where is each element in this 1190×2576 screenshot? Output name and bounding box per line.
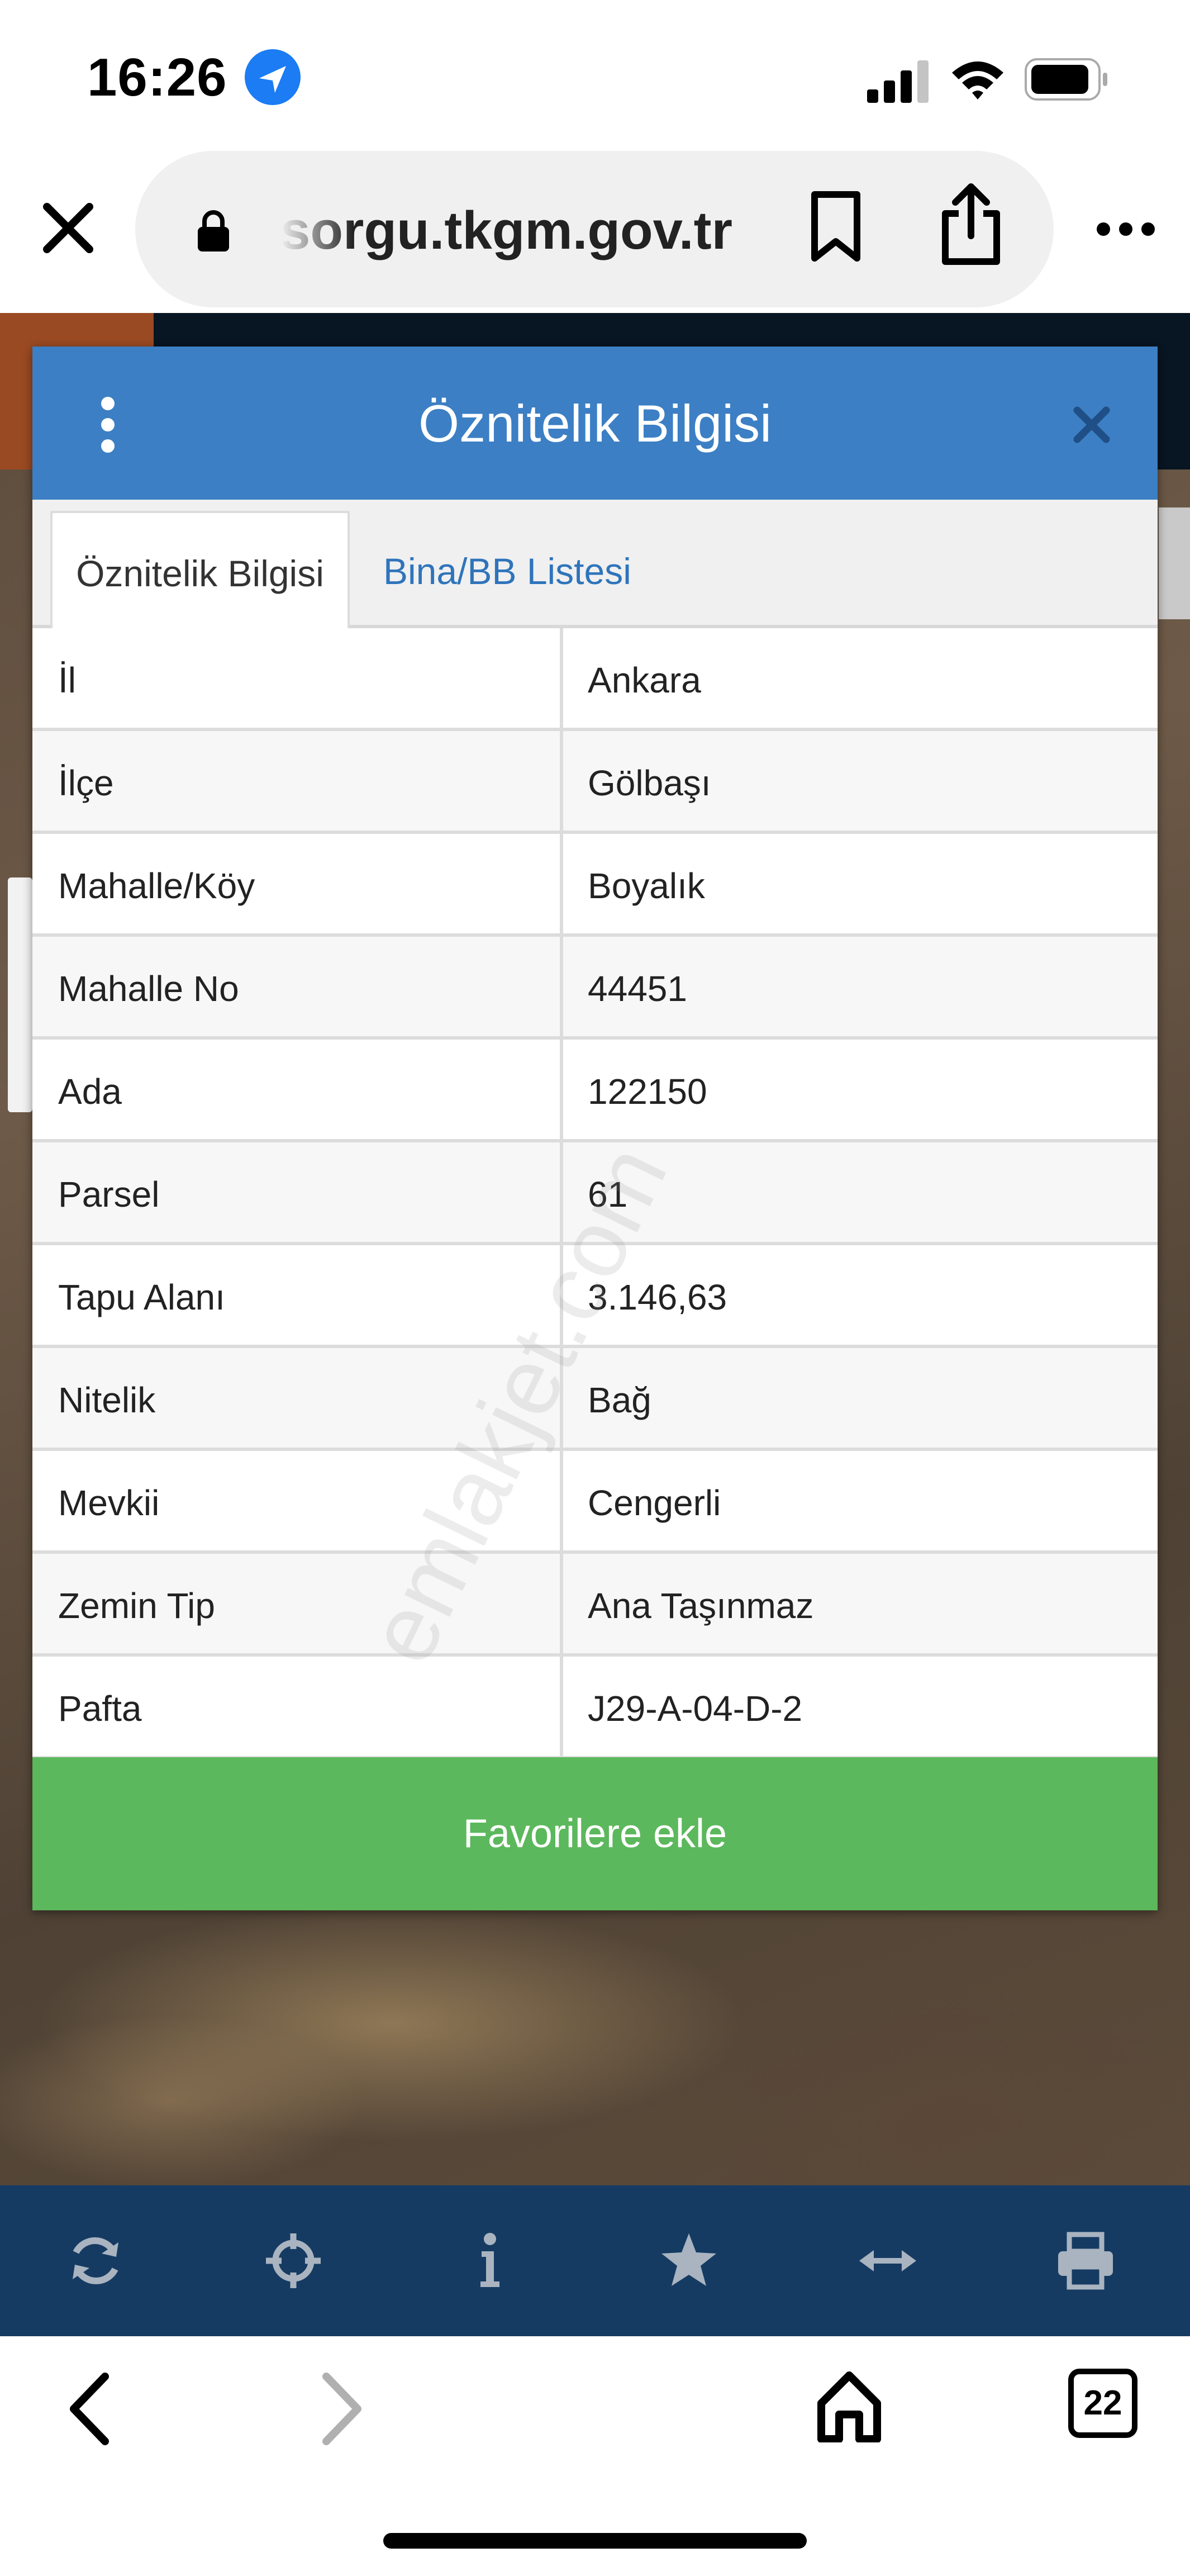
home-icon[interactable] <box>816 2370 883 2442</box>
close-icon[interactable] <box>1072 405 1112 445</box>
map-toolbar <box>0 2185 1190 2336</box>
modal-header: Öznitelik Bilgisi <box>32 347 1158 500</box>
row-value: 3.146,63 <box>588 1277 727 1317</box>
table-row: İl Ankara <box>32 628 1158 731</box>
table-row: Tapu Alanı 3.146,63 <box>32 1245 1158 1348</box>
add-to-favorites-button[interactable]: Favorilere ekle <box>32 1757 1158 1910</box>
browser-bottom-bar: 22 <box>0 2336 1190 2576</box>
table-row: Zemin Tip Ana Taşınmaz <box>32 1554 1158 1657</box>
table-row: Mahalle No 44451 <box>32 937 1158 1040</box>
info-icon[interactable] <box>459 2230 521 2292</box>
table-row: Pafta J29-A-04-D-2 <box>32 1657 1158 1759</box>
map-side-control <box>1159 507 1190 619</box>
signal-icon <box>867 60 929 103</box>
table-row: Mahalle/Köy Boyalık <box>32 834 1158 937</box>
star-icon[interactable] <box>658 2230 720 2292</box>
table-row: İlçe Gölbaşı <box>32 731 1158 834</box>
measure-icon[interactable] <box>857 2230 918 2292</box>
home-indicator <box>383 2533 807 2549</box>
column-divider <box>560 1040 563 1139</box>
battery-icon <box>1025 58 1107 101</box>
row-value: Bağ <box>588 1380 651 1420</box>
column-divider <box>560 1348 563 1448</box>
row-key: Tapu Alanı <box>58 1277 225 1317</box>
close-icon[interactable] <box>40 200 96 256</box>
refresh-icon[interactable] <box>65 2230 126 2292</box>
forward-icon[interactable] <box>314 2370 370 2448</box>
table-row: Ada 122150 <box>32 1040 1158 1142</box>
attribute-modal: Öznitelik Bilgisi Öznitelik Bilgisi Bina… <box>32 347 1158 1910</box>
map-road-segment <box>8 877 32 1112</box>
more-icon[interactable] <box>1095 218 1156 240</box>
column-divider <box>560 834 563 933</box>
url-field[interactable]: sorgu.tkgm.gov.tr <box>135 151 1054 307</box>
row-key: İl <box>58 660 76 700</box>
row-value: Ana Taşınmaz <box>588 1586 814 1626</box>
row-key: Mahalle No <box>58 969 239 1009</box>
tabs-icon[interactable]: 22 <box>1068 2369 1137 2438</box>
print-icon[interactable] <box>1055 2230 1116 2292</box>
row-key: Parsel <box>58 1174 160 1215</box>
row-key: İlçe <box>58 763 114 803</box>
tab-count: 22 <box>1083 2384 1122 2422</box>
tab-attribute-info[interactable]: Öznitelik Bilgisi <box>50 511 350 632</box>
row-key: Mahalle/Köy <box>58 866 255 906</box>
modal-title: Öznitelik Bilgisi <box>418 394 772 453</box>
row-key: Pafta <box>58 1688 142 1729</box>
column-divider <box>560 1245 563 1345</box>
crosshair-icon[interactable] <box>263 2230 324 2292</box>
row-value: 44451 <box>588 969 687 1009</box>
tab-bar: Öznitelik Bilgisi Bina/BB Listesi <box>32 500 1158 632</box>
row-value: Cengerli <box>588 1483 721 1523</box>
column-divider <box>560 1554 563 1653</box>
wifi-icon <box>952 61 1003 99</box>
column-divider <box>560 1451 563 1550</box>
attribute-table: İl Ankara İlçe Gölbaşı Mahalle/Köy Boyal… <box>32 628 1158 1759</box>
browser-header: sorgu.tkgm.gov.tr <box>0 151 1190 313</box>
status-time: 16:26 <box>87 48 227 107</box>
row-value: 122150 <box>588 1071 707 1112</box>
table-row: Parsel 61 <box>32 1142 1158 1245</box>
back-icon[interactable] <box>61 2370 117 2448</box>
table-row: Nitelik Bağ <box>32 1348 1158 1451</box>
column-divider <box>560 731 563 831</box>
share-icon[interactable] <box>937 182 1005 266</box>
url-text[interactable]: sorgu.tkgm.gov.tr <box>280 200 884 267</box>
column-divider <box>560 628 563 728</box>
row-key: Zemin Tip <box>58 1586 215 1626</box>
row-value: Ankara <box>588 660 701 700</box>
row-key: Mevkii <box>58 1483 160 1523</box>
location-arrow-icon <box>245 49 301 105</box>
row-key: Nitelik <box>58 1380 156 1420</box>
row-value: Boyalık <box>588 866 705 906</box>
row-value: 61 <box>588 1174 628 1215</box>
lock-icon <box>198 210 229 252</box>
row-key: Ada <box>58 1071 122 1112</box>
bookmark-icon[interactable] <box>808 190 864 263</box>
table-row: Mevkii Cengerli <box>32 1451 1158 1554</box>
tab-building-list[interactable]: Bina/BB Listesi <box>383 550 631 592</box>
status-bar: 16:26 <box>0 0 1190 151</box>
column-divider <box>560 1657 563 1756</box>
row-value: J29-A-04-D-2 <box>588 1688 803 1729</box>
column-divider <box>560 1142 563 1242</box>
row-value: Gölbaşı <box>588 763 711 803</box>
column-divider <box>560 937 563 1036</box>
